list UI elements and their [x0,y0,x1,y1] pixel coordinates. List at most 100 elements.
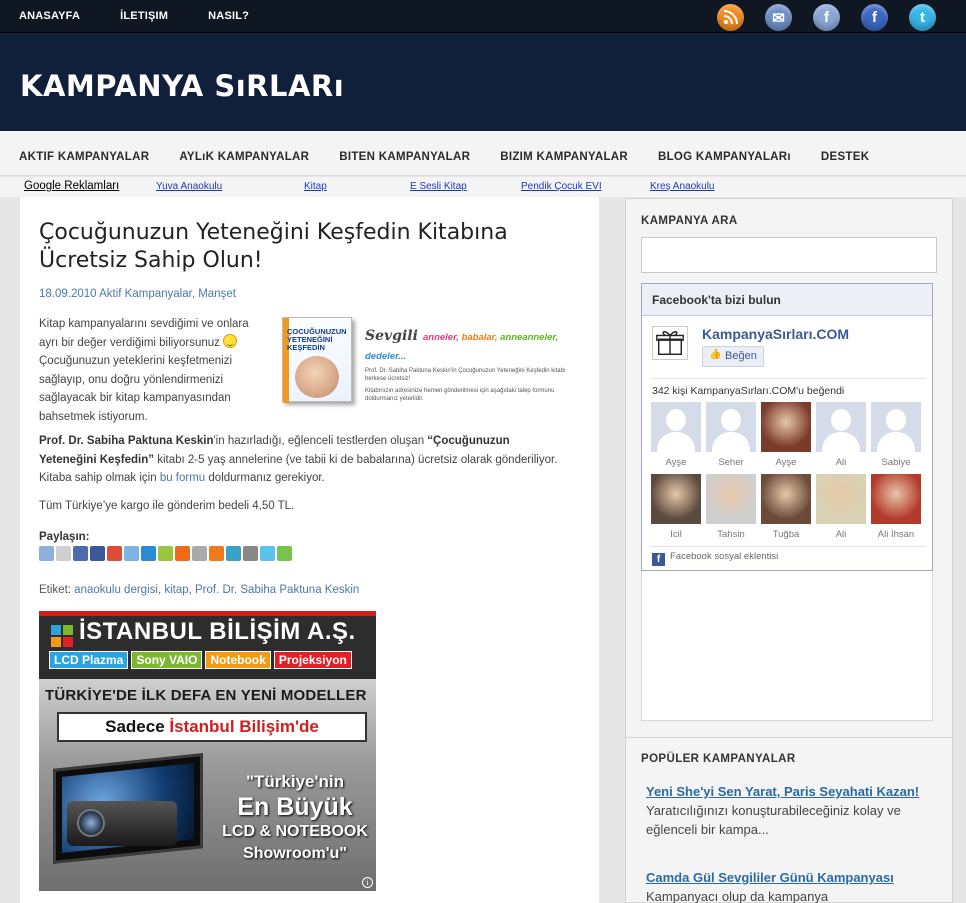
projector-image [67,801,177,846]
fan-name: Icil [670,529,682,540]
fan-name: Tahsin [717,529,745,540]
avatar [706,474,756,524]
form-link[interactable]: bu formu [160,472,205,484]
category-link[interactable]: Aktif Kampanyalar [99,288,192,300]
friendfeed-icon[interactable]: f [813,4,840,31]
fan-name: Ali İhsan [877,529,915,540]
share-icon[interactable] [260,546,275,561]
twitter-icon[interactable]: t [909,4,936,31]
share-icons [39,546,292,561]
tag-link[interactable]: anaokulu dergisi [74,584,158,596]
category-link[interactable]: Manşet [198,288,236,300]
tag-link[interactable]: kitap [164,584,188,596]
share-icon[interactable] [90,546,105,561]
gift-icon [652,326,688,360]
ad-link[interactable]: Kreş Anaokulu [650,181,715,192]
main-nav: AKTIF KAMPANYALAR AYLıK KAMPANYALAR BITE… [0,131,966,176]
share-icon[interactable] [141,546,156,561]
facebook-icon: f [652,553,665,566]
topnav-how[interactable]: NASIL? [208,10,249,22]
like-count: 342 kişi KampanyaSırları.COM'u beğendi [652,385,845,397]
share-icon[interactable] [158,546,173,561]
post: Çocuğunuzun Yeteneğini Keşfedin Kitabına… [20,197,599,903]
fan-face[interactable]: Ali [816,474,866,546]
post-meta: 18.09.2010 Aktif Kampanyalar, Manşet [39,288,236,300]
popular-title: POPÜLER KAMPANYALAR [641,753,796,765]
post-date: 18.09.2010 [39,288,97,300]
banner-ad[interactable]: İSTANBUL BİLİŞİM A.Ş. LCD Plazma Sony VAI… [39,611,376,891]
popular-item-title[interactable]: Camda Gül Sevgililer Günü Kampanyası [646,868,926,887]
post-paragraph: Prof. Dr. Sabiha Paktuna Keskin'in hazır… [39,435,558,484]
top-bar: ANASAYFA İLETIŞIM NASIL? ✉ f f t [0,0,966,33]
avatar [871,402,921,452]
ad-link[interactable]: Pendik Çocuk EVI [521,181,602,192]
popular-item: Camda Gül Sevgililer Günü Kampanyası Kam… [646,868,926,903]
book-cover: ÇOCUĞUNUZUN YETENEĞİNİ KEŞFEDİN [282,317,352,403]
avatar [816,402,866,452]
popular-item-desc: Yaratıcılığınızı konuşturabileceğiniz ko… [646,803,901,837]
banner-category: Notebook [205,651,271,669]
banner-only: Sadece İstanbul Bilişim'de [57,712,367,742]
ad-link[interactable]: E Sesli Kitap [410,181,467,192]
share-icon[interactable] [192,546,207,561]
post-title[interactable]: Çocuğunuzun Yeteneğini Keşfedin Kitabına… [39,219,559,275]
brand-logo-icon [51,625,73,647]
ad-link[interactable]: Kitap [304,181,327,192]
book-sevgili: Sevgili [365,328,418,344]
fan-face[interactable]: Ayşe [761,402,811,474]
fan-face[interactable]: Sabiye [871,402,921,474]
popular-item-title[interactable]: Yeni She'yi Sen Yarat, Paris Seyahati Ka… [646,782,926,801]
share-icon[interactable] [73,546,88,561]
google-ads-label[interactable]: Google Reklamları [24,180,119,192]
share-icon[interactable] [226,546,241,561]
nav-blog-campaigns[interactable]: BLOG KAMPANYALARı [658,151,791,163]
banner-category: Projeksiyon [273,651,352,669]
facebook-widget: Facebook'ta bizi bulun KampanyaSırları.C… [641,283,933,571]
rss-icon[interactable] [717,4,744,31]
fan-name: Ayşe [665,457,687,468]
ad-info-icon[interactable]: i [362,877,373,888]
share-icon[interactable] [277,546,292,561]
banner-categories: LCD Plazma Sony VAIO Notebook Projeksiyon [49,651,352,669]
share-icon[interactable] [243,546,258,561]
fan-face[interactable]: Tahsin [706,474,756,546]
nav-our-campaigns[interactable]: BIZIM KAMPANYALAR [500,151,628,163]
share-icon[interactable] [107,546,122,561]
banner-slogan: "Türkiye'nin En Büyük LCD & NOTEBOOK Sho… [222,772,368,862]
share-icon[interactable] [56,546,71,561]
share-icon[interactable] [209,546,224,561]
post-intro: Kitap kampanyalarını sevdiğimi ve onlara… [39,315,269,426]
topnav-contact[interactable]: İLETIŞIM [120,10,168,22]
ad-link[interactable]: Yuva Anaokulu [156,181,222,192]
nav-active-campaigns[interactable]: AKTIF KAMPANYALAR [19,151,149,163]
nav-ended-campaigns[interactable]: BITEN KAMPANYALAR [339,151,470,163]
search-input[interactable] [641,237,937,273]
facebook-icon[interactable]: f [861,4,888,31]
site-title[interactable]: KAMPANYA SıRLARı [20,69,344,103]
share-icon[interactable] [175,546,190,561]
fan-name: Tuğba [772,529,800,540]
fan-face[interactable]: Ali [816,402,866,474]
fan-face[interactable]: Seher [706,402,756,474]
nav-monthly-campaigns[interactable]: AYLıK KAMPANYALAR [179,151,309,163]
fan-face[interactable]: Ayşe [651,402,701,474]
fan-face[interactable]: Ali İhsan [871,474,921,546]
avatar [761,402,811,452]
facebook-page-name[interactable]: KampanyaSırları.COM [702,326,849,342]
topnav-home[interactable]: ANASAYFA [19,10,80,22]
fan-face[interactable]: Tuğba [761,474,811,546]
tag-link[interactable]: Prof. Dr. Sabiha Paktuna Keskin [195,584,359,596]
share-icon[interactable] [124,546,139,561]
sidebar-popular: POPÜLER KAMPANYALAR Yeni She'yi Sen Yara… [625,738,953,903]
post-tags: Etiket: anaokulu dergisi, kitap, Prof. D… [39,584,360,596]
nav-support[interactable]: DESTEK [821,151,869,163]
book-note: Kitabınızın adresinize hemen gönderilmes… [365,388,555,402]
popular-item-desc: Kampanyacı olup da kampanya [646,889,829,903]
share-icon[interactable] [39,546,54,561]
fan-face[interactable]: Icil [651,474,701,546]
like-button[interactable]: Beğen [702,346,764,367]
book-note: Prof. Dr. Sabiha Paktuna Keskin'in Çocuğ… [365,368,566,382]
baby-photo [295,356,339,398]
fan-name: Ayşe [775,457,797,468]
mail-icon[interactable]: ✉ [765,4,792,31]
